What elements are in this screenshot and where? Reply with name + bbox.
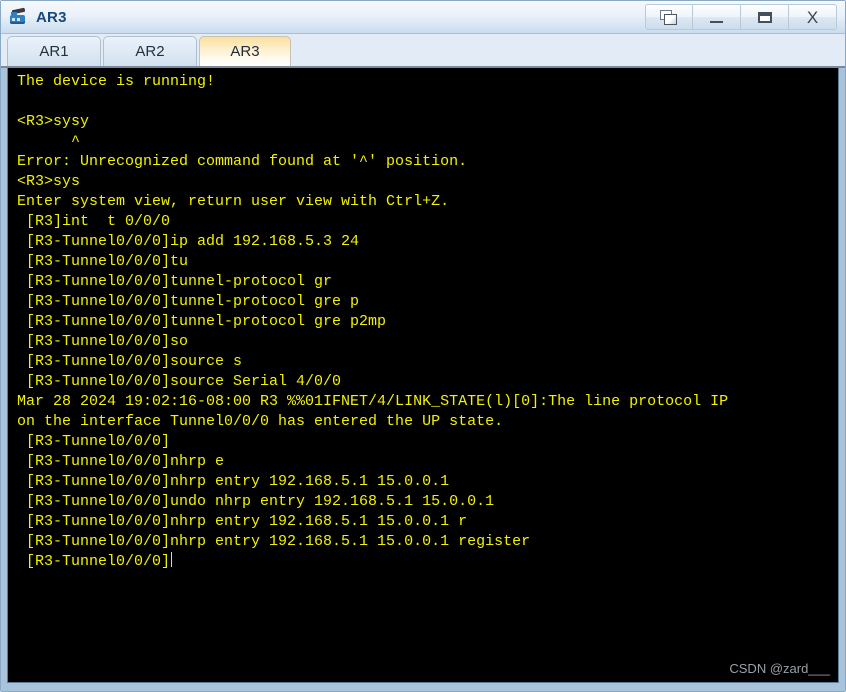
watermark: CSDN @zard___ [729, 661, 830, 676]
console-line: [R3-Tunnel0/0/0] [17, 433, 171, 450]
ar3-console-window: AR3 X AR1 AR2 AR3 The device is running!… [0, 0, 846, 692]
console-line: [R3-Tunnel0/0/0]tunnel-protocol gre p2mp [17, 313, 387, 330]
restore-window-icon [660, 9, 678, 25]
console-line: <R3>sysy [17, 113, 90, 130]
tab-ar1-label: AR1 [39, 43, 69, 60]
minimize-button[interactable] [693, 4, 741, 30]
console-line: ^ [17, 133, 81, 150]
console-line: [R3-Tunnel0/0/0]so [17, 333, 189, 350]
restore-button[interactable] [645, 4, 693, 30]
console-line: on the interface Tunnel0/0/0 has entered… [17, 413, 504, 430]
console-line: [R3-Tunnel0/0/0]tunnel-protocol gre p [17, 293, 360, 310]
console-line: [R3]int t 0/0/0 [17, 213, 171, 230]
text-cursor [171, 552, 173, 567]
tab-ar1[interactable]: AR1 [7, 36, 101, 66]
close-button[interactable]: X [789, 4, 837, 30]
console-output[interactable]: The device is running! <R3>sysy ^ Error: U… [7, 68, 839, 683]
console-line: [R3-Tunnel0/0/0]source s [17, 353, 243, 370]
tab-ar2-label: AR2 [135, 43, 165, 60]
terminal-area: The device is running! <R3>sysy ^ Error: U… [1, 68, 845, 691]
console-prompt-text: [R3-Tunnel0/0/0] [17, 553, 171, 570]
console-line: Enter system view, return user view with… [17, 193, 450, 210]
console-line: [R3-Tunnel0/0/0]nhrp e [17, 453, 225, 470]
console-line: <R3>sys [17, 173, 81, 190]
console-line: [R3-Tunnel0/0/0]undo nhrp entry 192.168.… [17, 493, 495, 510]
minimize-icon [710, 11, 723, 23]
tab-ar3[interactable]: AR3 [199, 36, 291, 66]
tab-ar2[interactable]: AR2 [103, 36, 197, 66]
console-line: Mar 28 2024 19:02:16-08:00 R3 %%01IFNET/… [17, 393, 729, 410]
device-tab-bar: AR1 AR2 AR3 [1, 34, 845, 68]
window-controls: X [645, 4, 837, 31]
maximize-icon [757, 11, 772, 23]
console-line: [R3-Tunnel0/0/0]source Serial 4/0/0 [17, 373, 342, 390]
console-line: [R3-Tunnel0/0/0]ip add 192.168.5.3 24 [17, 233, 360, 250]
close-icon: X [806, 7, 819, 27]
window-title: AR3 [36, 8, 67, 26]
console-line: [R3-Tunnel0/0/0]nhrp entry 192.168.5.1 1… [17, 533, 531, 550]
console-text: The device is running! <R3>sysy ^ Error: U… [8, 72, 838, 572]
console-line: [R3-Tunnel0/0/0]nhrp entry 192.168.5.1 1… [17, 473, 450, 490]
console-line: [R3-Tunnel0/0/0]tu [17, 253, 189, 270]
console-line: [R3-Tunnel0/0/0]nhrp entry 192.168.5.1 1… [17, 513, 468, 530]
console-line: [R3-Tunnel0/0/0]tunnel-protocol gr [17, 273, 333, 290]
console-line: Error: Unrecognized command found at '^'… [17, 153, 468, 170]
router-icon [8, 6, 30, 28]
tab-ar3-label: AR3 [230, 43, 260, 60]
maximize-button[interactable] [741, 4, 789, 30]
console-line: The device is running! [17, 73, 216, 90]
console-prompt-line: [R3-Tunnel0/0/0] [17, 552, 838, 572]
title-bar: AR3 X [1, 1, 845, 34]
